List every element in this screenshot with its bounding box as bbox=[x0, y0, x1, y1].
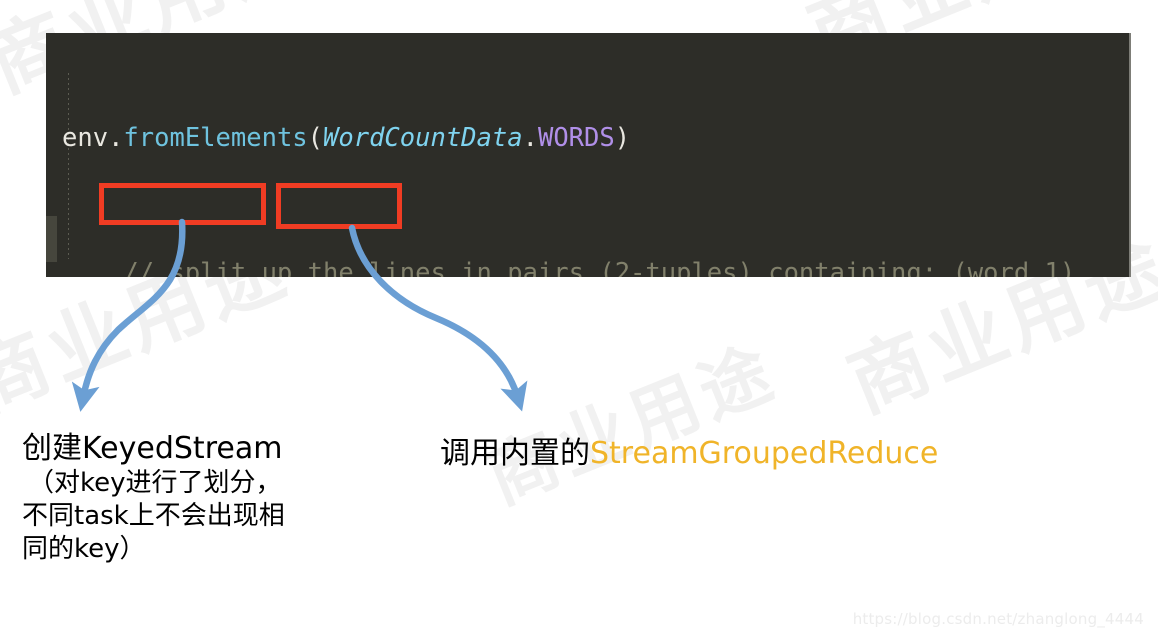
code-panel: env.fromElements(WordCountData.WORDS) //… bbox=[46, 33, 1131, 277]
code-token: WordCountData bbox=[323, 123, 523, 154]
code-token: // split up the lines in pairs (2-tuples… bbox=[123, 257, 1076, 277]
code-token: . bbox=[108, 123, 124, 154]
highlight-box-sum bbox=[276, 183, 402, 229]
slide-canvas: 商业用途 商业用途 商业用途 商业用途 商业用途 env.fromElement… bbox=[0, 0, 1158, 636]
annotation-left-line-3: 不同task上不会出现相 bbox=[22, 501, 285, 531]
code-fold-marker bbox=[46, 216, 57, 262]
annotation-keyedstream: 创建KeyedStream （对key进行了划分， 不同task上不会出现相 同… bbox=[22, 430, 352, 566]
watermark-text: 商业用途 bbox=[475, 330, 789, 520]
annotation-left-line-4: 同的key） bbox=[22, 534, 146, 564]
code-token: . bbox=[522, 123, 538, 154]
code-token: fromElements bbox=[123, 123, 308, 154]
code-token: ( bbox=[307, 123, 324, 154]
code-token: env bbox=[62, 123, 109, 154]
source-url-watermark: https://blog.csdn.net/zhanglong_4444 bbox=[852, 610, 1144, 628]
code-line: env.fromElements(WordCountData.WORDS) bbox=[62, 122, 1075, 156]
annotation-left-line-1: 创建KeyedStream bbox=[22, 431, 283, 466]
code-line: // split up the lines in pairs (2-tuples… bbox=[62, 257, 1075, 277]
code-panel-right-edge bbox=[1129, 33, 1131, 277]
annotation-streamgroupedreduce: 调用内置的StreamGroupedReduce bbox=[440, 434, 938, 474]
code-block: env.fromElements(WordCountData.WORDS) //… bbox=[62, 55, 1075, 277]
highlight-box-keyby bbox=[99, 183, 266, 225]
code-token: WORDS bbox=[537, 123, 615, 154]
annotation-left-line-2: （对key进行了划分， bbox=[28, 468, 282, 498]
annotation-right-prefix: 调用内置的 bbox=[440, 436, 590, 471]
code-token: ) bbox=[614, 123, 631, 154]
annotation-right-accent: StreamGroupedReduce bbox=[590, 436, 939, 471]
